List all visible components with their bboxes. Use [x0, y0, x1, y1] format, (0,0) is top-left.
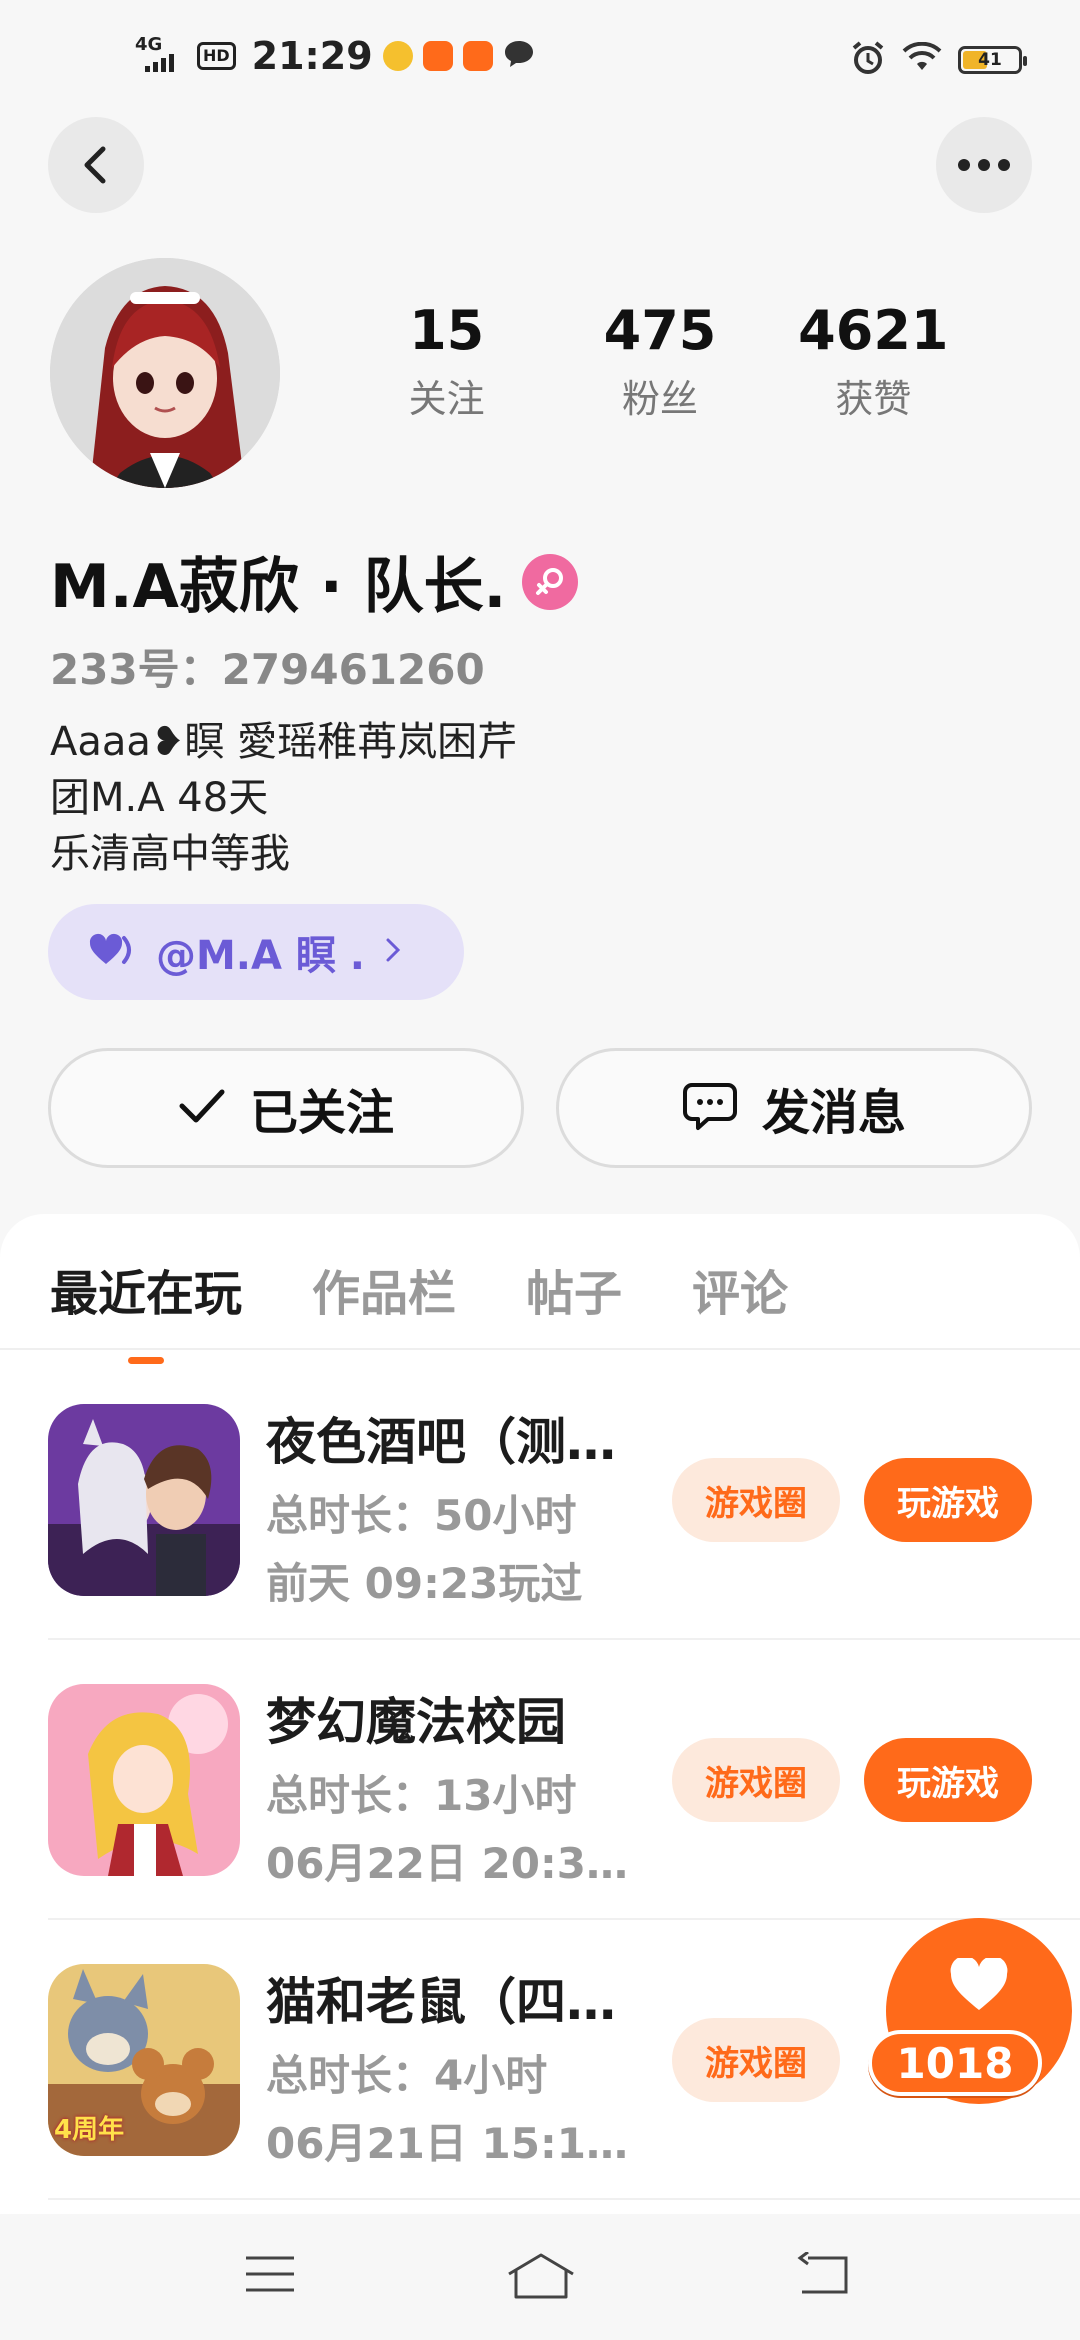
likes-count: 4621 — [798, 299, 949, 362]
game-icon-badge: 4周年 — [54, 2115, 125, 2145]
game-title: 猫和老鼠（四… — [266, 1973, 616, 2031]
relationship-tag-chip[interactable]: @M.A 瞑 . — [48, 904, 464, 1000]
chevron-left-icon — [84, 146, 106, 184]
profile-tabs: 最近在玩 作品栏 帖子 评论 — [50, 1254, 788, 1364]
divider — [48, 1638, 1080, 1640]
heart-icon — [950, 1958, 1008, 2010]
divider — [48, 1918, 1080, 1920]
followed-button-label: 已关注 — [249, 1085, 394, 1141]
bio-line: 乐清高中等我 — [50, 831, 290, 877]
game-title: 夜色酒吧（测… — [266, 1413, 616, 1471]
wifi-icon — [902, 41, 942, 78]
following-label: 关注 — [408, 377, 485, 422]
avatar[interactable] — [50, 258, 280, 488]
message-bubble-icon — [682, 1081, 738, 1135]
system-navigation-bar — [0, 2214, 1080, 2340]
bio-line: Aaaa❥瞑 愛瑶稚苒岚困芹 — [50, 719, 518, 765]
chevron-right-icon — [385, 937, 401, 967]
battery-level: 41 — [978, 50, 1002, 70]
game-circle-button[interactable]: 游戏圈 — [672, 1458, 840, 1542]
game-icon — [48, 1684, 240, 1876]
emoji-app-icon — [382, 41, 413, 71]
heart-link-icon — [88, 932, 138, 972]
bio: Aaaa❥瞑 愛瑶稚苒岚困芹 团M.A 48天 乐清高中等我 — [50, 714, 517, 882]
tab-works[interactable]: 作品栏 — [312, 1254, 456, 1324]
game-title: 梦幻魔法校园 — [266, 1693, 566, 1751]
followers-count: 475 — [603, 299, 717, 362]
relationship-tag-label: @M.A 瞑 . — [156, 933, 366, 979]
back-nav-icon[interactable] — [796, 2250, 852, 2300]
profile-stats: 15 关注 475 粉丝 4621 获赞 — [340, 299, 980, 423]
divider — [0, 1348, 1080, 1350]
game-icon — [48, 1404, 240, 1596]
nickname: M.A菽欣 · 队长. — [50, 552, 507, 622]
menu-icon[interactable] — [244, 2252, 296, 2300]
following-stat[interactable]: 15 关注 — [340, 299, 553, 423]
tab-posts[interactable]: 帖子 — [526, 1254, 622, 1324]
tab-comments[interactable]: 评论 — [692, 1254, 788, 1324]
back-button[interactable] — [48, 117, 144, 213]
game-circle-button[interactable]: 游戏圈 — [672, 1738, 840, 1822]
tab-recently-played[interactable]: 最近在玩 — [50, 1254, 242, 1364]
game-circle-button[interactable]: 游戏圈 — [672, 2018, 840, 2102]
divider — [48, 2198, 1080, 2200]
like-count-badge: 1018 — [868, 2030, 1042, 2096]
game-list-item[interactable]: 夜色酒吧（测… 总时长：50小时 前天 09:23玩过 游戏圈 玩游戏 — [48, 1404, 1048, 1608]
clock-time: 21:29 — [251, 34, 373, 78]
home-icon[interactable] — [506, 2252, 576, 2304]
play-game-button[interactable]: 玩游戏 — [864, 1458, 1032, 1542]
more-options-button[interactable] — [936, 117, 1032, 213]
cellular-signal-icon: 4G — [135, 36, 187, 76]
likes-label: 获赞 — [835, 377, 912, 422]
hd-voice-icon: HD — [197, 42, 236, 70]
likes-stat[interactable]: 4621 获赞 — [767, 299, 980, 423]
play-game-button[interactable]: 玩游戏 — [864, 1738, 1032, 1822]
game-last-played: 06月21日 15:1… — [266, 2119, 628, 2168]
chat-bubble-icon — [503, 39, 535, 73]
status-bar: 4G HD 21:29 41 — [0, 0, 1080, 120]
alarm-icon — [850, 40, 886, 80]
game-last-played: 前天 09:23玩过 — [266, 1559, 583, 1608]
game-play-duration: 总时长：4小时 — [266, 2051, 548, 2100]
anime-girl-avatar-image — [50, 258, 280, 488]
more-dots-icon — [958, 159, 1010, 171]
network-type: 4G — [135, 34, 163, 55]
battery-icon: 41 — [958, 46, 1027, 74]
bio-line: 团M.A 48天 — [50, 775, 269, 821]
orange-app-icon — [422, 41, 453, 71]
female-gender-icon — [522, 553, 579, 610]
followed-button[interactable]: 已关注 — [48, 1048, 524, 1168]
check-icon — [178, 1088, 226, 1128]
send-message-label: 发消息 — [761, 1085, 906, 1141]
game-last-played: 06月22日 20:3… — [266, 1839, 628, 1888]
following-count: 15 — [409, 299, 485, 362]
followers-label: 粉丝 — [621, 377, 698, 422]
user-id: 233号：279461260 — [50, 645, 485, 694]
game-play-duration: 总时长：50小时 — [266, 1491, 577, 1540]
orange-app-icon — [462, 41, 493, 71]
profile-name-row: M.A菽欣 · 队长. — [50, 538, 579, 625]
game-play-duration: 总时长：13小时 — [266, 1771, 577, 1820]
send-message-button[interactable]: 发消息 — [556, 1048, 1032, 1168]
followers-stat[interactable]: 475 粉丝 — [553, 299, 766, 423]
game-list-item[interactable]: 梦幻魔法校园 总时长：13小时 06月22日 20:3… 游戏圈 玩游戏 — [48, 1684, 1048, 1888]
game-icon: 4周年 — [48, 1964, 240, 2156]
